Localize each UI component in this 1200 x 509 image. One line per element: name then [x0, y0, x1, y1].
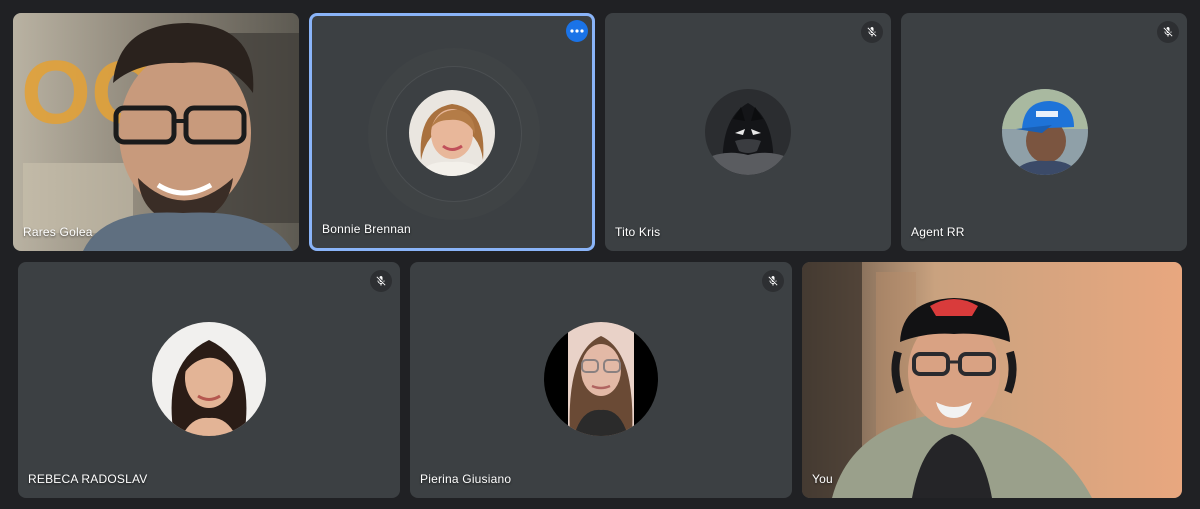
- mic-off-icon: [867, 27, 877, 37]
- participant-name: Agent RR: [911, 225, 965, 239]
- participant-tile-rares-golea[interactable]: OO Rares Golea: [13, 13, 299, 251]
- mute-indicator: [861, 21, 883, 43]
- participant-tile-pierina-giusiano[interactable]: Pierina Giusiano: [410, 262, 792, 498]
- participant-name: You: [812, 472, 833, 486]
- meeting-grid: OO Rares Golea Bonnie Brennan Tito Kris …: [0, 0, 1200, 509]
- avatar: [1002, 89, 1088, 175]
- avatar: [409, 90, 495, 176]
- participant-tile-self[interactable]: You: [802, 262, 1182, 498]
- participant-tile-rebeca-radoslav[interactable]: REBECA RADOSLAV: [18, 262, 400, 498]
- participant-name: Tito Kris: [615, 225, 661, 239]
- mic-off-icon: [768, 276, 778, 286]
- participant-tile-bonnie-brennan[interactable]: Bonnie Brennan: [309, 13, 595, 251]
- participant-name: Bonnie Brennan: [322, 222, 411, 236]
- mic-off-icon: [1163, 27, 1173, 37]
- mute-indicator: [762, 270, 784, 292]
- mute-indicator: [1157, 21, 1179, 43]
- self-video: [802, 262, 1182, 498]
- mute-indicator: [370, 270, 392, 292]
- participant-name: Rares Golea: [23, 225, 93, 239]
- participant-name: Pierina Giusiano: [420, 472, 512, 486]
- participant-tile-agent-rr[interactable]: Agent RR: [901, 13, 1187, 251]
- avatar: [544, 322, 658, 436]
- participant-tile-tito-kris[interactable]: Tito Kris: [605, 13, 891, 251]
- participant-name: REBECA RADOSLAV: [28, 472, 148, 486]
- more-options-button[interactable]: [566, 20, 588, 42]
- participant-video: OO: [13, 13, 299, 251]
- more-options-icon: [570, 29, 584, 33]
- avatar: [152, 322, 266, 436]
- mic-off-icon: [376, 276, 386, 286]
- avatar: [705, 89, 791, 175]
